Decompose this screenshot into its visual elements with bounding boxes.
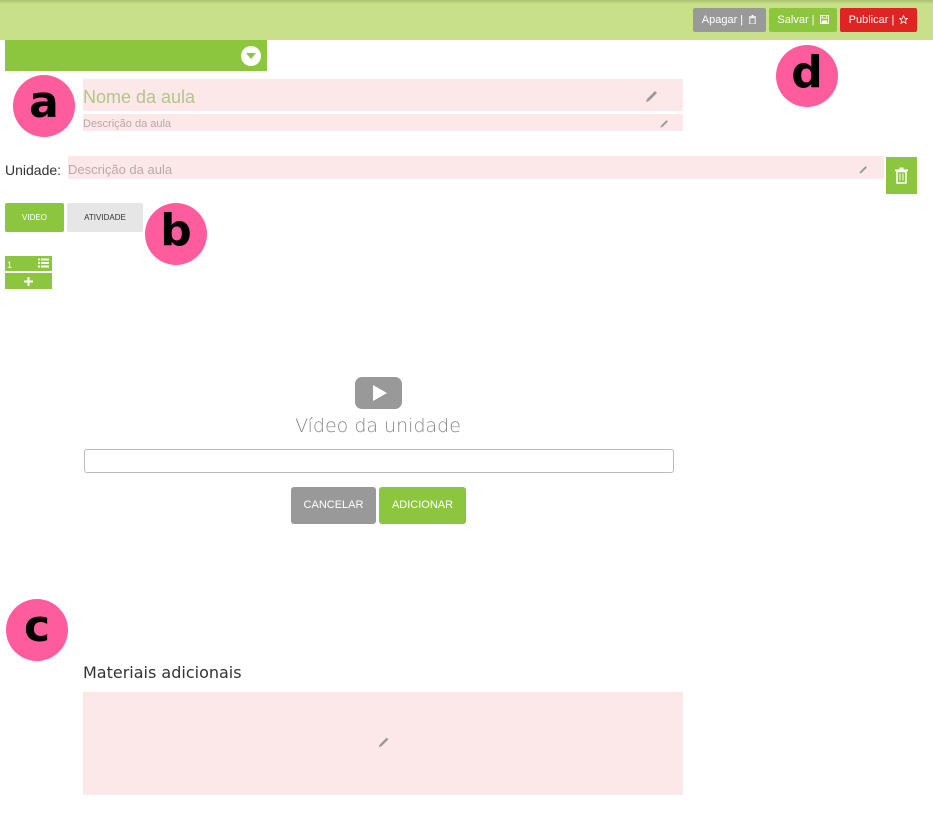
lesson-header-strip: [5, 40, 267, 71]
save-button[interactable]: Salvar |: [769, 8, 837, 32]
cancel-button[interactable]: CANCELAR: [291, 487, 376, 524]
plus-icon: [24, 277, 33, 286]
video-url-input[interactable]: [84, 449, 674, 473]
tab-atividade[interactable]: ATIVIDADE: [67, 203, 143, 232]
delete-unit-button[interactable]: [886, 157, 917, 194]
unit-label: Unidade:: [5, 162, 62, 178]
star-icon: [899, 15, 909, 24]
marker-c: c: [6, 599, 68, 661]
floppy-disk-icon: [819, 15, 829, 24]
chevron-down-icon[interactable]: [241, 46, 261, 66]
tab-video[interactable]: VIDEO: [5, 203, 64, 232]
marker-d: d: [776, 45, 838, 107]
save-label: Salvar |: [777, 14, 815, 26]
list-icon: [38, 258, 49, 268]
unit-list-item[interactable]: 1: [5, 256, 52, 271]
materials-title: Materiais adicionais: [83, 663, 242, 682]
delete-button[interactable]: Apagar |: [693, 8, 766, 32]
lesson-description-field[interactable]: Descrição da aula: [83, 114, 683, 131]
toolbar-shadow: [0, 0, 933, 4]
lesson-name-placeholder: Nome da aula: [83, 87, 196, 107]
video-title: Vídeo da unidade: [295, 415, 461, 437]
publish-button[interactable]: Publicar |: [840, 8, 917, 32]
marker-a: a: [13, 75, 75, 137]
pencil-icon[interactable]: [644, 88, 660, 104]
trash-icon: [895, 167, 908, 184]
unit-number: 1: [7, 260, 13, 270]
materials-field[interactable]: [83, 692, 683, 795]
lesson-name-field[interactable]: Nome da aula: [83, 79, 683, 111]
play-icon: [355, 377, 402, 409]
marker-b: b: [145, 203, 207, 265]
add-video-button[interactable]: ADICIONAR: [379, 487, 466, 524]
publish-label: Publicar |: [848, 14, 895, 26]
delete-label: Apagar |: [701, 14, 744, 26]
lesson-description-placeholder: Descrição da aula: [83, 118, 172, 130]
trash-icon: [749, 15, 757, 24]
pencil-icon[interactable]: [659, 118, 670, 129]
pencil-icon[interactable]: [377, 735, 391, 749]
unit-description-field[interactable]: Descrição da aula: [68, 156, 884, 179]
add-unit-button[interactable]: [5, 273, 52, 289]
unit-description-placeholder: Descrição da aula: [68, 162, 173, 177]
pencil-icon[interactable]: [858, 164, 869, 175]
